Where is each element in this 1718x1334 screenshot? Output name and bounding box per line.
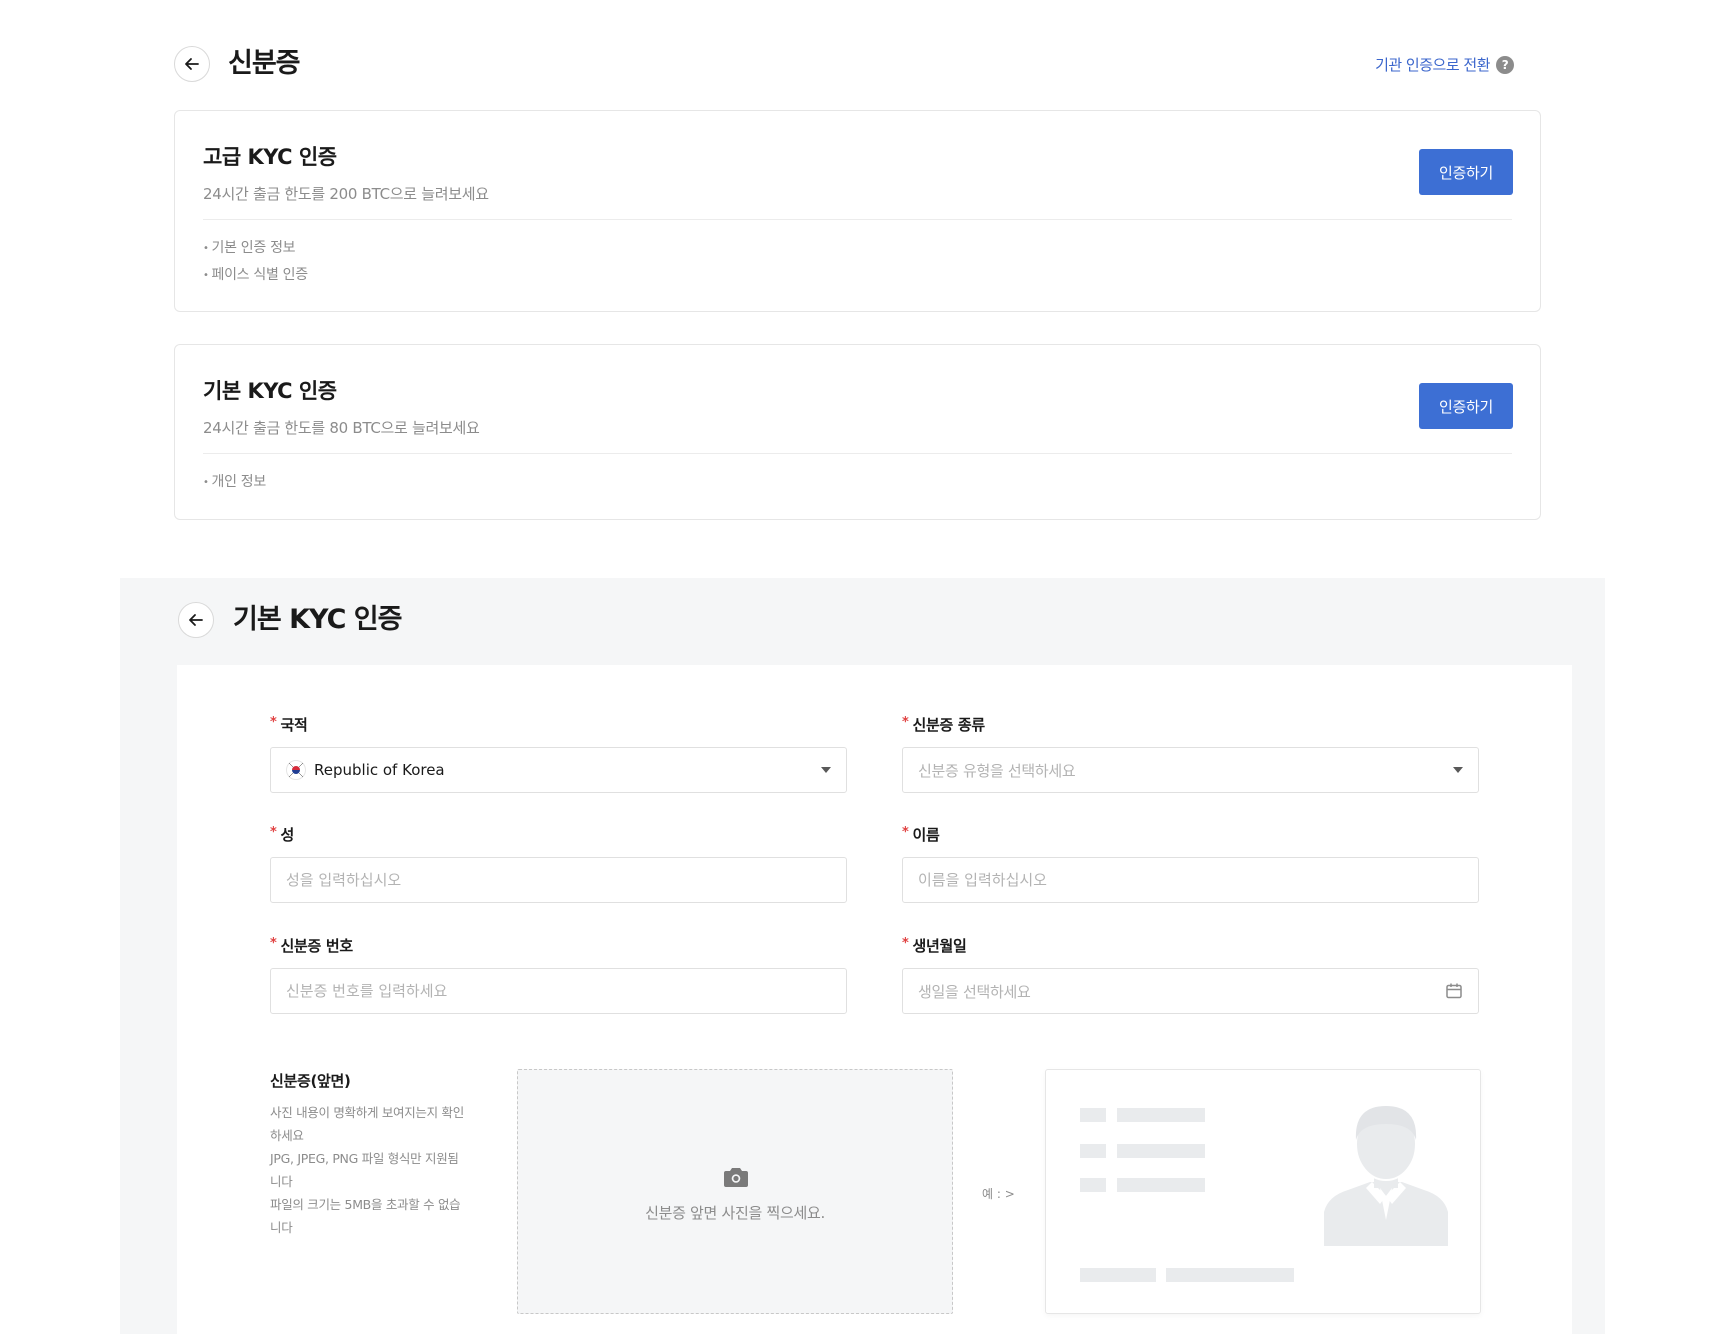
field-label: * 신분증 번호: [270, 936, 353, 955]
upload-hint: 파일의 크기는 5MB을 초과할 수 없습 니다: [270, 1197, 461, 1235]
back-button[interactable]: [174, 46, 210, 82]
form-back-button[interactable]: [178, 602, 214, 638]
card-title: 기본 KYC 인증: [203, 379, 337, 403]
birth-date-picker[interactable]: 생일을 선택하세요: [902, 968, 1479, 1014]
upload-hint: 사진 내용이 명확하게 보여지는지 확인 하세요: [270, 1105, 464, 1143]
basic-kyc-card: 기본 KYC 인증 24시간 출금 한도를 80 BTC으로 늘려보세요 개인 …: [174, 344, 1541, 520]
required-mark: *: [902, 936, 909, 951]
required-mark: *: [902, 715, 909, 730]
last-name-input[interactable]: [286, 871, 831, 889]
placeholder-line: [1117, 1144, 1205, 1158]
arrow-left-icon: [185, 58, 199, 70]
advanced-verify-button[interactable]: 인증하기: [1419, 149, 1513, 195]
required-mark: *: [270, 715, 277, 730]
arrow-left-icon: [189, 614, 203, 626]
nationality-value: Republic of Korea: [314, 761, 445, 779]
feature-list: 개인 정보: [203, 469, 266, 496]
id-type-placeholder: 신분증 유형을 선택하세요: [918, 761, 1076, 780]
korea-flag-icon: [286, 760, 306, 780]
placeholder-line: [1117, 1108, 1205, 1122]
first-name-box: [902, 857, 1479, 903]
chevron-down-icon: [821, 767, 831, 773]
id-number-input[interactable]: [286, 982, 831, 1000]
switch-link-label[interactable]: 기관 인증으로 전환: [1375, 54, 1490, 75]
form-panel: * 국적 Republic of Korea * 신분증 종류 신분증 유형을 선택…: [177, 665, 1572, 1334]
field-label: * 성: [270, 825, 295, 844]
id-number-box: [270, 968, 847, 1014]
feature-item: 기본 인증 정보: [203, 235, 308, 262]
birth-date-placeholder: 생일을 선택하세요: [918, 982, 1031, 1001]
field-label: * 국적: [270, 715, 308, 734]
basic-kyc-form-section: 기본 KYC 인증 * 국적 Republic of Korea * 신분증 종류 …: [120, 578, 1605, 1334]
feature-list: 기본 인증 정보 페이스 식별 인증: [203, 235, 308, 289]
card-divider: [203, 219, 1512, 220]
advanced-kyc-card: 고급 KYC 인증 24시간 출금 한도를 200 BTC으로 늘려보세요 기본…: [174, 110, 1541, 312]
required-mark: *: [902, 825, 909, 840]
card-description: 24시간 출금 한도를 200 BTC으로 늘려보세요: [203, 185, 489, 203]
person-silhouette-icon: [1324, 1106, 1448, 1246]
upload-title: 신분증(앞면): [270, 1072, 351, 1090]
basic-verify-button[interactable]: 인증하기: [1419, 383, 1513, 429]
camera-icon: [724, 1168, 748, 1187]
card-title: 고급 KYC 인증: [203, 145, 337, 169]
last-name-field: * 성: [270, 822, 847, 903]
placeholder-block: [1080, 1178, 1106, 1192]
chevron-down-icon: [1453, 767, 1463, 773]
id-type-select[interactable]: 신분증 유형을 선택하세요: [902, 747, 1479, 793]
upload-info: 신분증(앞면) 사진 내용이 명확하게 보여지는지 확인 하세요 JPG, JP…: [270, 1070, 490, 1239]
first-name-input[interactable]: [918, 871, 1463, 889]
required-mark: *: [270, 825, 277, 840]
upload-hint: JPG, JPEG, PNG 파일 형식만 지원됨 니다: [270, 1151, 459, 1189]
nationality-field: * 국적 Republic of Korea: [270, 712, 847, 793]
id-front-upload-zone[interactable]: 신분증 앞면 사진을 찍으세요.: [517, 1069, 953, 1314]
field-label: * 신분증 종류: [902, 715, 985, 734]
id-type-field: * 신분증 종류 신분증 유형을 선택하세요: [902, 712, 1479, 793]
nationality-select[interactable]: Republic of Korea: [270, 747, 847, 793]
required-mark: *: [270, 936, 277, 951]
placeholder-block: [1080, 1108, 1106, 1122]
form-title: 기본 KYC 인증: [233, 604, 402, 635]
feature-item: 페이스 식별 인증: [203, 262, 308, 289]
page-title: 신분증: [228, 48, 301, 79]
switch-to-institution-link[interactable]: 기관 인증으로 전환 ?: [1375, 54, 1514, 75]
upload-zone-text: 신분증 앞면 사진을 찍으세요.: [645, 1204, 825, 1222]
card-description: 24시간 출금 한도를 80 BTC으로 늘려보세요: [203, 419, 480, 437]
field-label: * 이름: [902, 825, 940, 844]
calendar-icon[interactable]: [1445, 982, 1463, 1000]
placeholder-line: [1166, 1268, 1294, 1282]
card-divider: [203, 453, 1512, 454]
help-icon[interactable]: ?: [1496, 55, 1514, 74]
last-name-box: [270, 857, 847, 903]
feature-item: 개인 정보: [203, 469, 266, 496]
placeholder-line: [1117, 1178, 1205, 1192]
placeholder-block: [1080, 1144, 1106, 1158]
example-label: 예 : >: [982, 1187, 1015, 1201]
example-id-card: [1045, 1069, 1481, 1314]
page-header: 신분증 기관 인증으로 전환 ?: [174, 46, 1514, 82]
first-name-field: * 이름: [902, 822, 1479, 903]
field-label: * 생년월일: [902, 936, 967, 955]
id-number-field: * 신분증 번호: [270, 933, 847, 1014]
placeholder-line: [1080, 1268, 1156, 1282]
birth-date-field: * 생년월일 생일을 선택하세요: [902, 933, 1479, 1014]
